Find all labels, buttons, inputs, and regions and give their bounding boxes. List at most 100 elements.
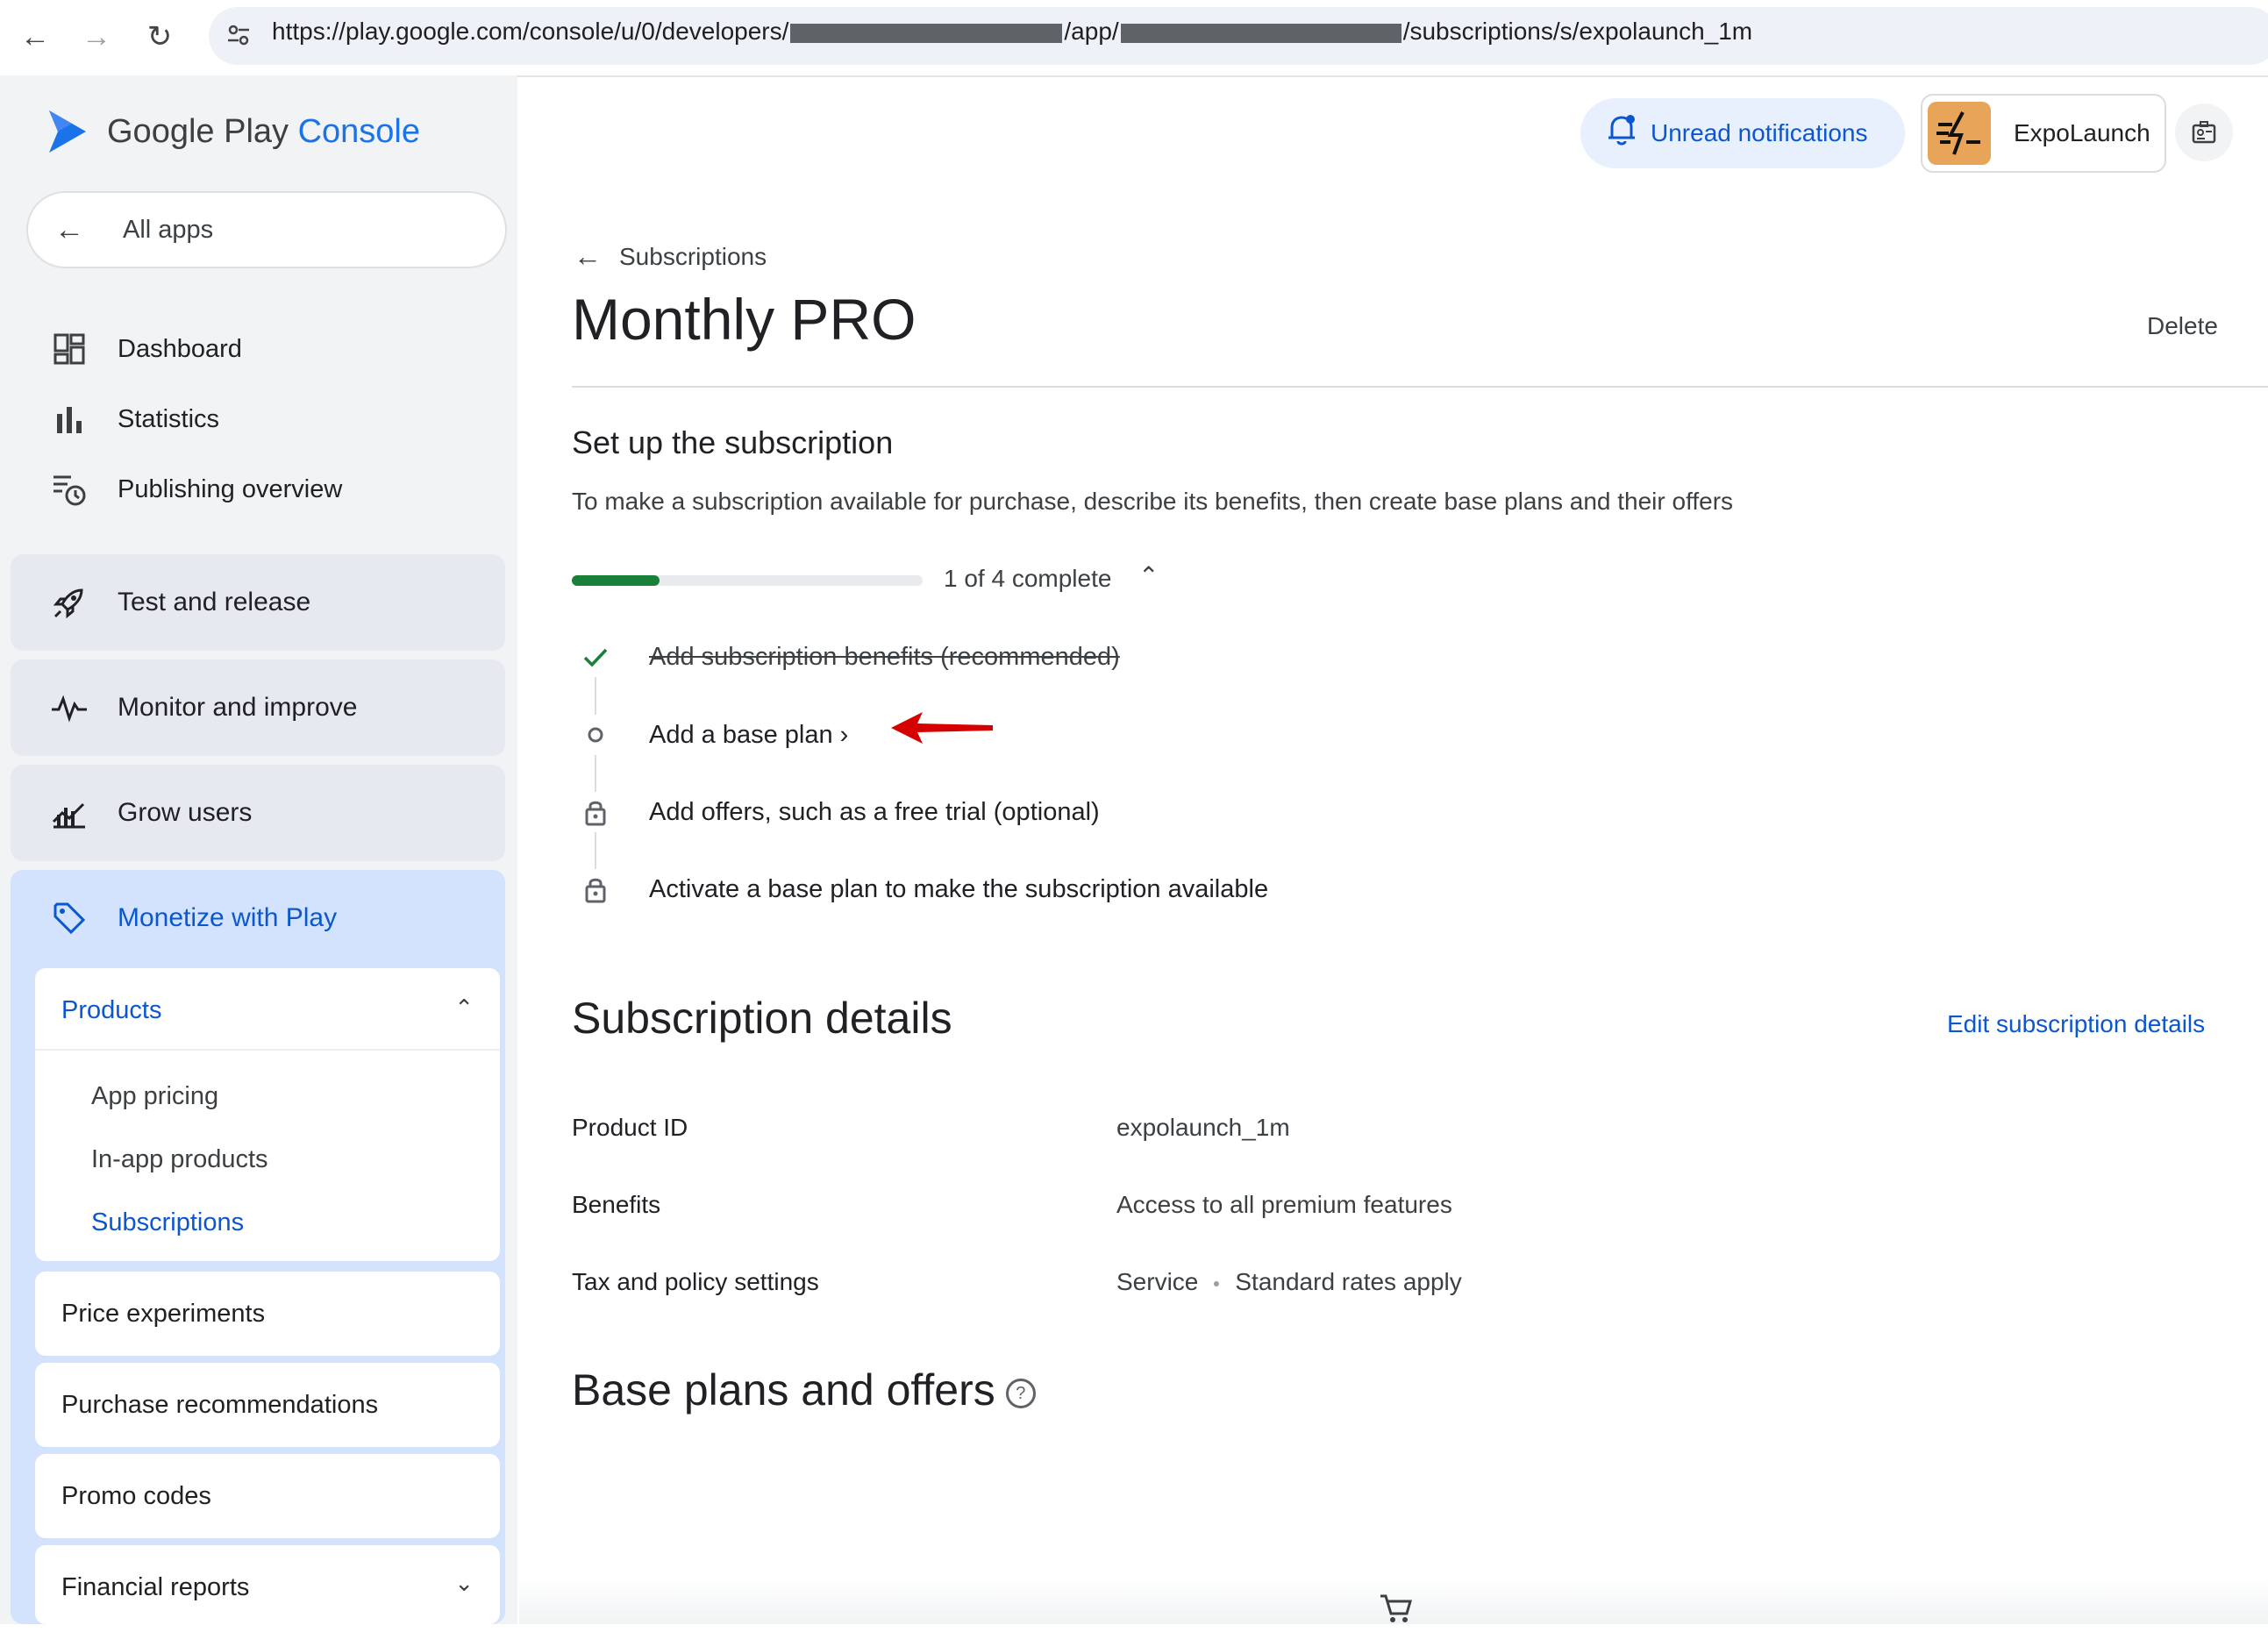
play-logo-icon [49,110,86,153]
publishing-icon [47,472,91,507]
help-icon[interactable]: ? [1005,1378,1036,1408]
sidebar-item-dashboard[interactable]: Dashboard [11,314,505,384]
lock-icon [575,869,616,909]
card-label: Promo codes [61,1482,211,1510]
chevron-up-icon[interactable]: ⌃ [1138,561,1159,590]
setup-progress-bar [572,575,923,586]
detail-value: Access to all premium features [1116,1191,1452,1218]
rocket-icon [47,585,91,620]
sidebar-item-label: Statistics [118,404,220,433]
card-label: Price experiments [61,1300,266,1328]
sidebar-group-label: Grow users [118,798,253,827]
back-arrow-icon[interactable]: ← [14,16,56,58]
bar-chart-icon [47,403,91,435]
notifications-label: Unread notifications [1651,119,1868,146]
step-label: Add a base plan › [649,720,849,749]
back-arrow-icon: ← [574,240,602,272]
delete-button[interactable]: Delete [2147,312,2218,340]
step-add-benefits[interactable]: Add subscription benefits (recommended) [575,637,1120,677]
base-plans-heading: Base plans and offers? [572,1365,1036,1415]
lock-icon [575,792,616,832]
redacted-id [1120,23,1401,43]
chevron-up-icon[interactable]: ⌃ [454,994,474,1022]
site-settings-icon[interactable] [221,18,256,53]
dashboard-icon [47,333,91,365]
reload-icon[interactable]: ↻ [139,16,181,58]
step-add-offers[interactable]: Add offers, such as a free trial (option… [575,792,1100,832]
sidebar-item-label: Dashboard [118,334,242,363]
sidebar-item-publishing-overview[interactable]: Publishing overview [11,454,505,524]
card-label: Purchase recommendations [61,1391,379,1419]
play-console-logo[interactable]: Google Play Console [46,109,420,154]
progress-fill [572,575,660,586]
sidebar-subitem-app-pricing[interactable]: App pricing [91,1082,218,1111]
page-title: Monthly PRO [572,287,916,352]
url-mid: /app/ [1064,18,1119,45]
back-link-label: Subscriptions [619,242,767,270]
sidebar-item-statistics[interactable]: Statistics [11,384,505,454]
detail-value: expolaunch_1m [1116,1114,1290,1141]
detail-label: Benefits [572,1191,661,1218]
bell-icon [1607,113,1637,154]
account-id-icon[interactable] [2175,103,2233,161]
lightning-icon [1936,111,1980,155]
edit-subscription-details-link[interactable]: Edit subscription details [1947,1010,2205,1038]
url-suffix: /subscriptions/s/expolaunch_1m [1402,18,1753,45]
tag-icon [47,901,91,936]
checkmark-icon [575,637,616,677]
setup-heading: Set up the subscription [572,424,894,460]
back-to-subscriptions-link[interactable]: ← Subscriptions [574,240,767,273]
pulse-icon [47,692,91,723]
developer-name: ExpoLaunch [2014,119,2150,146]
sidebar-group-monitor-and-improve[interactable]: Monitor and improve [11,659,505,756]
step-label: Add offers, such as a free trial (option… [649,797,1100,826]
sidebar-group-monetize: Monetize with Play Products ⌃ App pricin… [11,870,505,1624]
url-text[interactable]: https://play.google.com/console/u/0/deve… [272,18,1752,46]
developer-logo [1928,102,1991,165]
sidebar-group-label: Monitor and improve [118,693,358,722]
sidebar-card-promo-codes[interactable]: Promo codes [35,1454,500,1538]
subscription-details-heading: Subscription details [572,994,952,1043]
sidebar-group-label: Test and release [118,588,311,616]
cart-icon[interactable] [1379,1593,1414,1632]
setup-description: To make a subscription available for pur… [572,488,1734,515]
sidebar-group-grow-users[interactable]: Grow users [11,765,505,861]
products-toggle[interactable]: Products [61,996,161,1025]
forward-arrow-icon[interactable]: → [75,16,118,58]
url-prefix: https://play.google.com/console/u/0/deve… [272,18,789,45]
step-label: Add subscription benefits (recommended) [649,642,1120,671]
sidebar-subitem-subscriptions[interactable]: Subscriptions [91,1208,244,1237]
circle-outline-icon [575,715,616,755]
sidebar-group-test-and-release[interactable]: Test and release [11,554,505,651]
sidebar-item-label: Publishing overview [118,474,343,503]
divider [35,1049,500,1051]
developer-account-button[interactable]: ExpoLaunch [1921,94,2166,173]
steps-connector [595,659,596,887]
sidebar-card-purchase-recommendations[interactable]: Purchase recommendations [35,1363,500,1447]
monetize-label: Monetize with Play [118,903,338,932]
browser-toolbar: ← → ↻ https://play.google.com/console/u/… [0,0,2268,77]
all-apps-label: All apps [123,215,214,244]
sidebar-card-price-experiments[interactable]: Price experiments [35,1272,500,1356]
all-apps-button[interactable]: ← All apps [26,191,507,268]
detail-value: Service Standard rates apply [1116,1268,1462,1295]
logo-text: Google Play Console [107,112,420,150]
growth-icon [47,795,91,830]
step-add-base-plan[interactable]: Add a base plan › [575,715,848,755]
card-label: Financial reports [61,1573,250,1601]
monetize-header[interactable]: Monetize with Play [11,870,505,966]
detail-label: Product ID [572,1114,688,1141]
chevron-down-icon[interactable]: ⌄ [454,1570,474,1597]
step-label: Activate a base plan to make the subscri… [649,874,1269,903]
sidebar-subitem-in-app-products[interactable]: In-app products [91,1145,268,1174]
detail-label: Tax and policy settings [572,1268,819,1295]
header-divider [572,386,2268,388]
sidebar-card-financial-reports[interactable]: Financial reports ⌄ [35,1545,500,1624]
annotation-arrow-icon [891,712,993,744]
back-arrow-icon: ← [54,212,84,246]
unread-notifications-button[interactable]: Unread notifications [1580,98,1905,168]
step-activate-base-plan[interactable]: Activate a base plan to make the subscri… [575,869,1268,909]
redacted-id [790,23,1063,43]
progress-status: 1 of 4 complete [944,565,1112,592]
products-card: Products ⌃ App pricing In-app products S… [35,968,500,1261]
